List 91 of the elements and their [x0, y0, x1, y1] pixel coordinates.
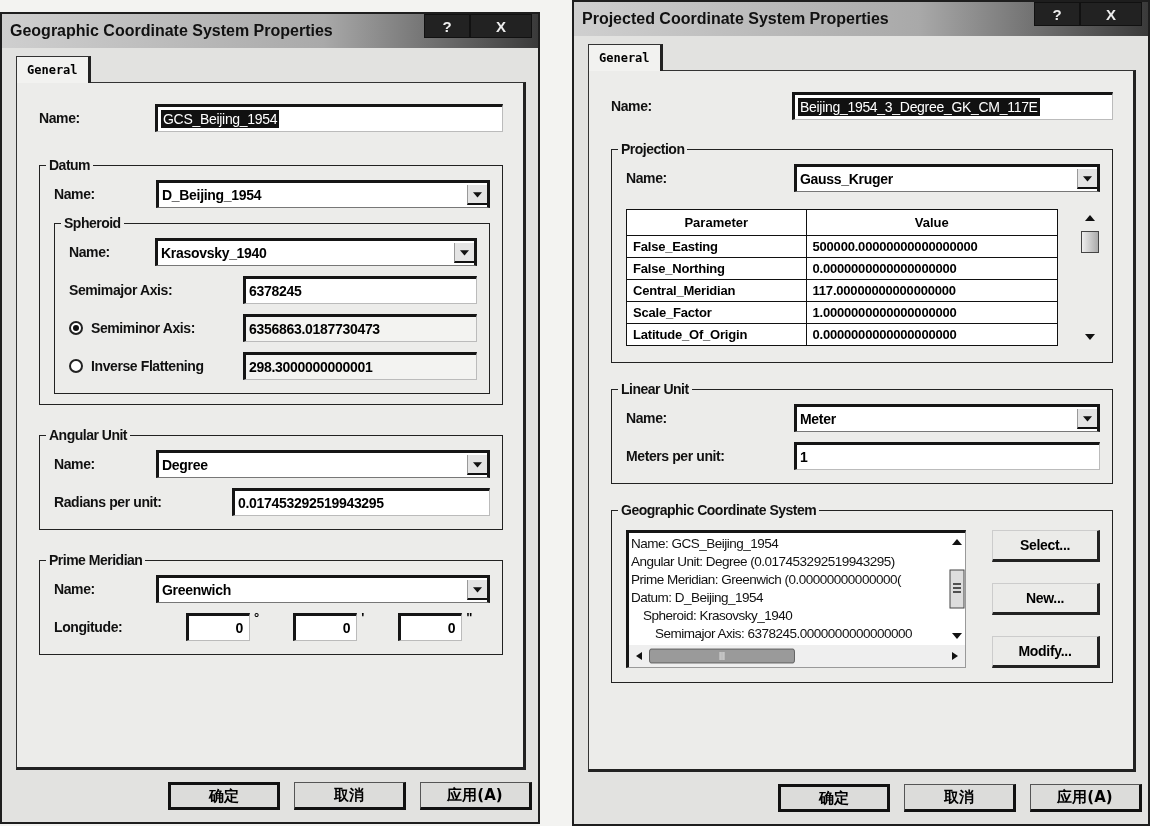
group-title: Datum	[48, 157, 92, 173]
name-field[interactable]: Beijing_1954_3_Degree_GK_CM_117E	[792, 92, 1113, 120]
column-header[interactable]: Parameter	[626, 209, 806, 236]
radio-label: Semiminor Axis:	[91, 320, 195, 336]
title-bar-button[interactable]: X	[470, 14, 532, 38]
group-title: Spheroid	[63, 215, 122, 231]
scroll-thumb[interactable]	[649, 648, 795, 664]
field-label: Longitude:	[54, 619, 124, 635]
group-title: Angular Unit	[48, 427, 129, 443]
dropdown-caret-icon[interactable]	[467, 185, 487, 205]
field-label: Name:	[611, 98, 653, 114]
dropdown[interactable]: Gauss_Kruger	[794, 164, 1100, 192]
title-bar-button[interactable]: X	[1080, 2, 1142, 26]
radio-label: Inverse Flattening	[91, 358, 204, 374]
input-field[interactable]: 6378245	[243, 276, 477, 304]
table-cell: Scale_Factor	[626, 301, 806, 324]
list-line: Semimajor Axis: 6378245.0000000000000000	[654, 625, 913, 643]
field-label: Name:	[626, 410, 668, 426]
side-button[interactable]: New...	[992, 583, 1100, 615]
table-cell: False_Easting	[626, 235, 806, 258]
field-label: Meters per unit:	[626, 448, 726, 464]
table-cell: 1.0000000000000000000	[806, 301, 1058, 324]
table-cell: 0.0000000000000000000	[806, 257, 1058, 280]
table-cell: 500000.00000000000000000	[806, 235, 1058, 258]
dropdown-caret-icon[interactable]	[467, 455, 487, 475]
column-header[interactable]: Value	[806, 209, 1058, 236]
table-cell: 0.0000000000000000000	[806, 323, 1058, 346]
list-line: Datum: D_Beijing_1954	[631, 589, 765, 607]
input-field[interactable]: 6356863.0187730473	[243, 314, 477, 342]
input-field[interactable]: 0.017453292519943295	[232, 488, 490, 516]
list-line: Spheroid: Krasovsky_1940	[642, 607, 794, 625]
input-field[interactable]: 298.3000000000001	[243, 352, 477, 380]
scroll-up-icon[interactable]	[1084, 213, 1096, 223]
list-line: Angular Unit: Degree (0.017453292519943295)	[631, 553, 896, 571]
table-cell: 117.00000000000000000	[806, 279, 1058, 302]
dropdown-caret-icon[interactable]	[1077, 409, 1097, 429]
input-field[interactable]: 0	[398, 613, 463, 641]
title-bar-button[interactable]: ?	[1034, 2, 1080, 26]
input-field[interactable]: 0	[293, 613, 358, 641]
tab[interactable]: General	[588, 44, 663, 71]
group-title: Projection	[620, 141, 686, 157]
dropdown[interactable]: Krasovsky_1940	[155, 238, 477, 266]
group-title: Prime Meridian	[48, 552, 144, 568]
dropdown[interactable]: Degree	[156, 450, 490, 478]
table-cell: False_Northing	[626, 257, 806, 280]
field-label: Name:	[54, 186, 96, 202]
field-label: Semimajor Axis:	[69, 282, 174, 298]
window-title: Projected Coordinate System Properties	[582, 10, 889, 28]
field-label: Radians per unit:	[54, 494, 163, 510]
side-button[interactable]: Modify...	[992, 636, 1100, 668]
field-label: Name:	[69, 244, 111, 260]
group-title: Linear Unit	[620, 381, 690, 397]
field-label: Name:	[626, 170, 668, 186]
dialog-button[interactable]: 应用(A)	[1030, 784, 1142, 812]
table-cell: Central_Meridian	[626, 279, 806, 302]
tab[interactable]: General	[16, 56, 91, 83]
dialog-button[interactable]: 取消	[904, 784, 1016, 812]
dropdown[interactable]: Greenwich	[156, 575, 490, 603]
scroll-up-icon[interactable]	[951, 537, 963, 547]
list-line: Prime Meridian: Greenwich (0.00000000000000(	[631, 571, 902, 589]
input-field[interactable]: 0	[186, 613, 250, 641]
unit-symbol: "	[466, 613, 473, 623]
unit-symbol: '	[361, 613, 365, 623]
dropdown-caret-icon[interactable]	[454, 243, 474, 263]
side-button[interactable]: Select...	[992, 530, 1100, 562]
table-cell: Latitude_Of_Origin	[626, 323, 806, 346]
dialog-button[interactable]: 确定	[778, 784, 890, 812]
name-field[interactable]: GCS_Beijing_1954	[155, 104, 503, 132]
dropdown[interactable]: Meter	[794, 404, 1100, 432]
title-bar-button[interactable]: ?	[424, 14, 470, 38]
window-title: Geographic Coordinate System Properties	[10, 22, 333, 40]
dropdown-caret-icon[interactable]	[467, 580, 487, 600]
input-field[interactable]: 1	[794, 442, 1100, 470]
unit-symbol: °	[254, 613, 260, 623]
scroll-thumb[interactable]	[949, 569, 965, 609]
radio-button[interactable]	[69, 321, 83, 335]
radio-button[interactable]	[69, 359, 83, 373]
group-title: Geographic Coordinate System	[620, 502, 818, 518]
scroll-down-icon[interactable]	[1084, 332, 1096, 342]
scroll-thumb[interactable]	[1081, 231, 1099, 253]
field-label: Name:	[39, 110, 81, 126]
dialog-button[interactable]: 应用(A)	[420, 782, 532, 810]
dialog-button[interactable]: 取消	[294, 782, 406, 810]
dropdown[interactable]: D_Beijing_1954	[156, 180, 490, 208]
dropdown-caret-icon[interactable]	[1077, 169, 1097, 189]
list-line: Name: GCS_Beijing_1954	[631, 535, 780, 553]
dialog-button[interactable]: 确定	[168, 782, 280, 810]
text-list-box[interactable]: Name: GCS_Beijing_1954 Angular Unit: Degree (0.017453292519943295) Prime Meridian: Greenwich (0.00000000000000( Datum: D_Beijing_1954 Spheroid: Krasovsky_1940 Semimajor Axis: 6378245.0000000000000000	[626, 530, 966, 668]
field-label: Name:	[54, 581, 96, 597]
field-label: Name:	[54, 456, 96, 472]
scroll-down-icon[interactable]	[951, 631, 963, 641]
